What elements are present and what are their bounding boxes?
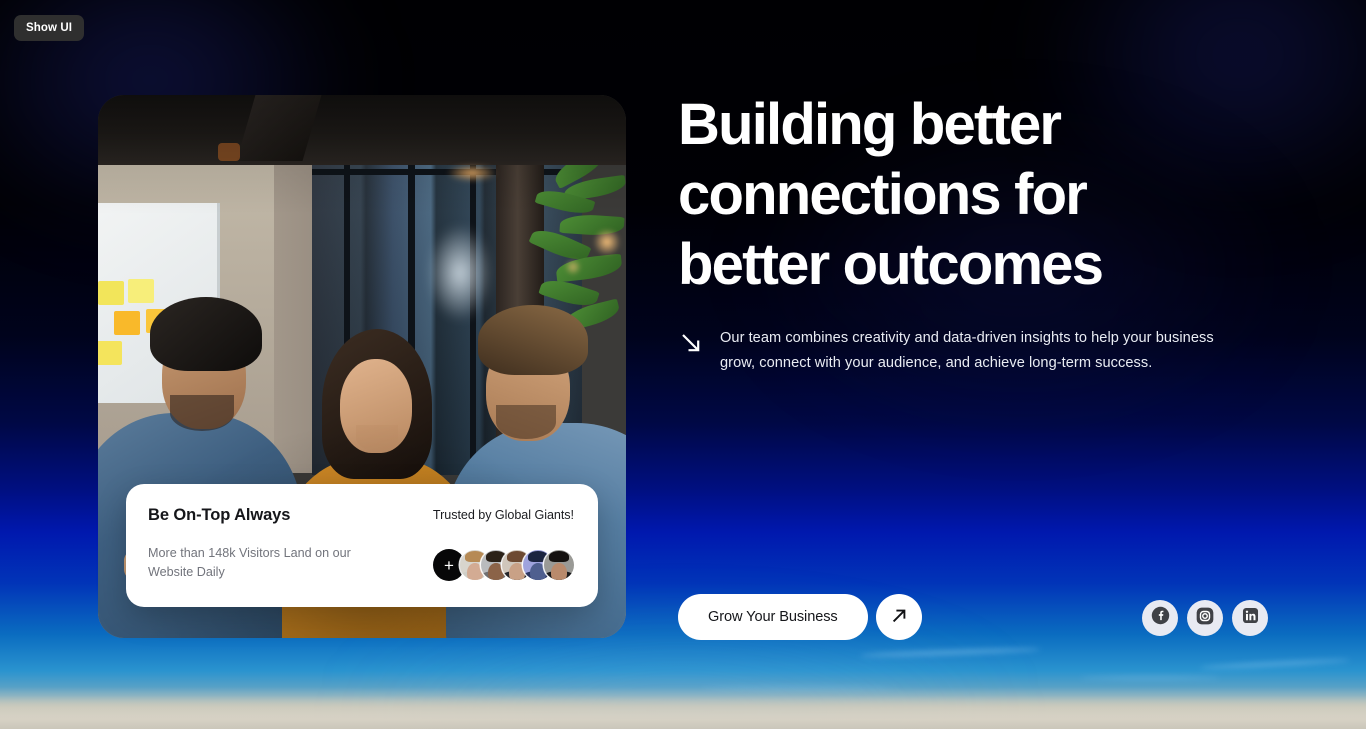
stat-card-subtitle: More than 148k Visitors Land on our Webs… bbox=[148, 546, 351, 579]
show-ui-button[interactable]: Show UI bbox=[14, 15, 85, 41]
photo-bokeh-light bbox=[592, 229, 622, 255]
arrow-up-right-icon bbox=[889, 606, 909, 629]
photo-ceiling bbox=[98, 95, 626, 165]
photo-wall-object bbox=[218, 143, 240, 161]
page-title: Building better connections for better o… bbox=[678, 90, 1278, 300]
cloud-streak bbox=[1080, 676, 1220, 680]
social-link-facebook[interactable] bbox=[1142, 600, 1178, 636]
cta-arrow-button[interactable] bbox=[875, 594, 922, 640]
horizon-haze bbox=[0, 687, 1366, 729]
instagram-icon bbox=[1195, 606, 1215, 631]
cta-row: Grow Your Business bbox=[678, 594, 922, 640]
headline-line-1: Building better bbox=[678, 92, 1062, 157]
headline-line-2: connections for bbox=[678, 162, 1088, 227]
stat-card: Be On-Top Always Trusted by Global Giant… bbox=[126, 484, 598, 607]
grow-your-business-button[interactable]: Grow Your Business bbox=[678, 594, 868, 640]
social-link-instagram[interactable] bbox=[1187, 600, 1223, 636]
avatar-hair bbox=[549, 551, 569, 563]
hero-subtext: Our team combines creativity and data-dr… bbox=[720, 330, 1214, 371]
photo-bokeh-light bbox=[564, 259, 582, 275]
hero-text-column: Building better connections for better o… bbox=[678, 90, 1278, 375]
avatar-group: + bbox=[433, 549, 574, 582]
social-links bbox=[1142, 600, 1268, 636]
avatar-face bbox=[551, 563, 567, 581]
hero-subtext-block: Our team combines creativity and data-dr… bbox=[678, 326, 1278, 375]
trusted-by-label: Trusted by Global Giants! bbox=[432, 508, 574, 522]
facebook-icon bbox=[1151, 606, 1170, 630]
headline-line-3: better outcomes bbox=[678, 232, 1104, 297]
photo-pendant-lamp bbox=[448, 165, 496, 181]
avatar-5[interactable] bbox=[544, 550, 574, 581]
stat-card-title: Be On-Top Always bbox=[148, 506, 291, 524]
linkedin-icon bbox=[1241, 606, 1260, 630]
social-link-linkedin[interactable] bbox=[1232, 600, 1268, 636]
arrow-down-right-icon bbox=[678, 326, 720, 375]
